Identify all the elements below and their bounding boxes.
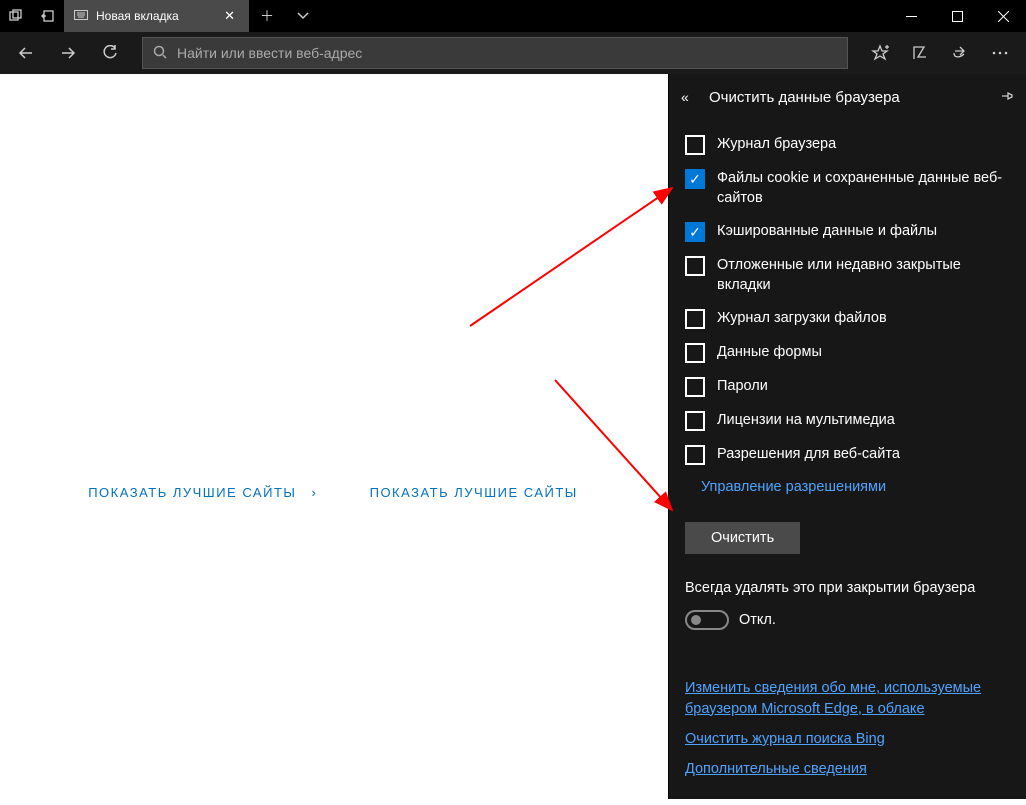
checkbox-icon[interactable]: ✓: [685, 222, 705, 242]
panel-header: « Очистить данные браузера: [669, 74, 1026, 120]
browser-tab[interactable]: Новая вкладка ✕: [64, 0, 249, 32]
option-label: Файлы cookie и сохраненные данные веб-са…: [717, 169, 1010, 208]
navigation-bar: Найти или ввести веб-адрес: [0, 32, 1026, 74]
clear-option-5[interactable]: Данные формы: [685, 336, 1010, 370]
option-label: Журнал загрузки файлов: [717, 309, 887, 329]
clear-option-3[interactable]: Отложенные или недавно закрытые вкладки: [685, 249, 1010, 302]
clear-option-8[interactable]: Разрешения для веб-сайта: [685, 438, 1010, 472]
new-tab-button[interactable]: ＋: [249, 0, 285, 32]
tab-title: Новая вкладка: [96, 9, 179, 23]
back-button[interactable]: [6, 33, 46, 73]
minimize-button[interactable]: [888, 0, 934, 32]
show-top-sites-link-2[interactable]: ПОКАЗАТЬ ЛУЧШИЕ САЙТЫ: [350, 485, 598, 500]
always-clear-toggle[interactable]: [685, 610, 729, 630]
close-tab-icon[interactable]: ✕: [220, 8, 239, 24]
checkbox-icon[interactable]: [685, 343, 705, 363]
address-bar[interactable]: Найти или ввести веб-адрес: [142, 37, 848, 69]
clear-button[interactable]: Очистить: [685, 522, 800, 554]
checkbox-icon[interactable]: [685, 377, 705, 397]
clear-option-7[interactable]: Лицензии на мультимедиа: [685, 404, 1010, 438]
address-placeholder: Найти или ввести веб-адрес: [177, 45, 362, 61]
clear-option-6[interactable]: Пароли: [685, 370, 1010, 404]
option-label: Разрешения для веб-сайта: [717, 445, 900, 465]
option-label: Данные формы: [717, 343, 822, 363]
window-overlap-icon[interactable]: [0, 0, 32, 32]
checkbox-icon[interactable]: [685, 135, 705, 155]
checkbox-icon[interactable]: [685, 309, 705, 329]
checkbox-icon[interactable]: [685, 411, 705, 431]
option-label: Пароли: [717, 377, 768, 397]
bing-history-link[interactable]: Очистить журнал поиска Bing: [685, 729, 1010, 749]
panel-back-icon[interactable]: «: [681, 89, 709, 105]
refresh-button[interactable]: [90, 33, 130, 73]
more-button[interactable]: [980, 33, 1020, 73]
clear-data-panel: « Очистить данные браузера Журнал браузе…: [668, 74, 1026, 799]
cloud-info-link[interactable]: Изменить сведения обо мне, используемые …: [685, 678, 1010, 719]
show-top-sites-link[interactable]: ПОКАЗАТЬ ЛУЧШИЕ САЙТЫ ›: [68, 485, 327, 500]
checkbox-icon[interactable]: ✓: [685, 169, 705, 189]
checkbox-icon[interactable]: [685, 445, 705, 465]
maximize-button[interactable]: [934, 0, 980, 32]
close-window-button[interactable]: [980, 0, 1026, 32]
option-label: Лицензии на мультимедиа: [717, 411, 895, 431]
always-clear-label: Всегда удалять это при закрытии браузера: [669, 566, 1026, 602]
panel-title: Очистить данные браузера: [709, 89, 900, 106]
clear-option-2[interactable]: ✓ Кэшированные данные и файлы: [685, 215, 1010, 249]
search-icon: [153, 45, 167, 62]
toggle-state-label: Откл.: [739, 612, 776, 628]
more-info-link[interactable]: Дополнительные сведения: [685, 759, 1010, 779]
checkbox-icon[interactable]: [685, 256, 705, 276]
forward-button[interactable]: [48, 33, 88, 73]
favorites-button[interactable]: [860, 33, 900, 73]
clear-option-1[interactable]: ✓ Файлы cookie и сохраненные данные веб-с…: [685, 162, 1010, 215]
option-label: Кэшированные данные и файлы: [717, 222, 937, 242]
keyboard-icon: [74, 9, 88, 23]
clear-option-0[interactable]: Журнал браузера: [685, 128, 1010, 162]
set-aside-tabs-icon[interactable]: [32, 0, 64, 32]
tabs-dropdown-icon[interactable]: [285, 0, 321, 32]
title-bar: Новая вкладка ✕ ＋: [0, 0, 1026, 32]
option-label: Отложенные или недавно закрытые вкладки: [717, 256, 1010, 295]
clear-option-4[interactable]: Журнал загрузки файлов: [685, 302, 1010, 336]
option-label: Журнал браузера: [717, 135, 836, 155]
pin-panel-icon[interactable]: [1000, 89, 1014, 106]
reading-list-button[interactable]: [900, 33, 940, 73]
manage-permissions-link[interactable]: Управление разрешениями: [701, 479, 886, 495]
share-button[interactable]: [940, 33, 980, 73]
